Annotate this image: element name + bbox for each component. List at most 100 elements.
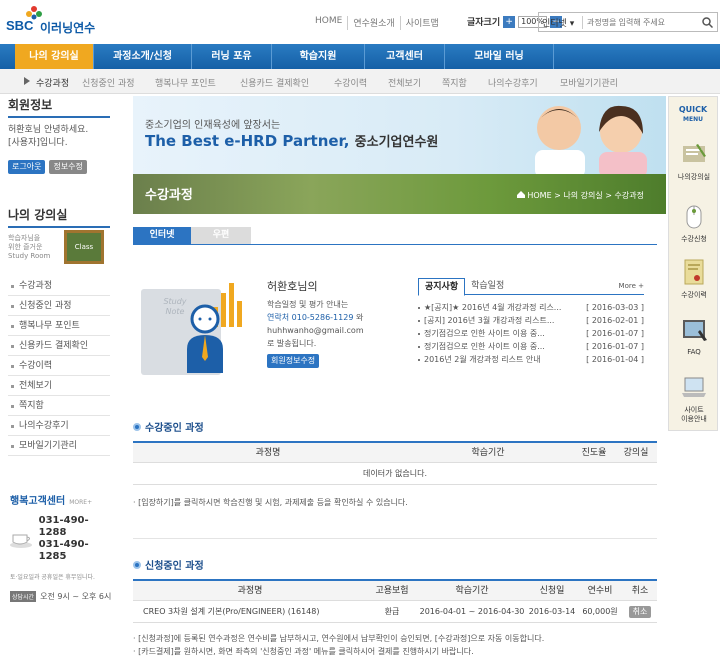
customer-center-more-link[interactable]: MORE+ <box>69 499 92 506</box>
lnb-item-mobile-devices[interactable]: 모바일기기관리 <box>560 76 618 89</box>
top-link-about[interactable]: 연수원소개 <box>347 16 399 30</box>
gnb-learning-for-you[interactable]: 러닝 포유 <box>191 44 271 69</box>
notice-item[interactable]: 정기점검으로 인한 사이트 이용 중... [ 2016-01-07 ] <box>418 327 644 340</box>
gnb-courses[interactable]: 과정소개/신청 <box>93 44 191 69</box>
font-size-label: 글자크기 <box>467 18 501 28</box>
classroom-menu: 수강과정 신청중인 과정 행복나무 포인트 신용카드 결제확인 수강이력 전체보… <box>8 276 110 456</box>
search-scope-select[interactable]: 인터넷 ▾ <box>539 15 583 29</box>
side-menu-mobile-devices[interactable]: 모바일기기관리 <box>8 436 110 456</box>
welcome-email: huhhwanho@gmail.com <box>267 326 364 335</box>
welcome-line-1: 학습일정 및 평가 안내는 <box>267 300 349 309</box>
certificate-icon <box>684 259 704 285</box>
search-bar: 인터넷 ▾ <box>538 12 718 32</box>
lnb-item-points[interactable]: 행복나무 포인트 <box>155 76 216 89</box>
welcome-line-4: 로 발송됩니다. <box>267 339 317 348</box>
logo-name: 이러닝연수 <box>40 21 96 35</box>
customer-center-title: 행복고객센터 <box>10 496 66 507</box>
banner-subtitle: 중소기업의 인재육성에 앞장서는 <box>145 120 281 131</box>
gnb-support[interactable]: 학습지원 <box>271 44 364 69</box>
notice-more-link[interactable]: More + <box>619 282 644 290</box>
notice-date: [ 2016-03-03 ] <box>586 303 644 312</box>
top-link-home[interactable]: HOME <box>310 16 347 30</box>
top-link-sitemap[interactable]: 사이트맵 <box>399 16 444 30</box>
classroom-title: 나의 강의실 <box>8 208 68 222</box>
course-type-tabs: 인터넷 우편 <box>133 227 251 244</box>
phone-1: 031-490-1288 <box>38 515 89 538</box>
member-buttons: 로그아웃 정보수정 <box>8 160 110 174</box>
side-menu-courses[interactable]: 수강과정 <box>8 276 110 296</box>
font-increase-button[interactable]: + <box>503 15 516 28</box>
notice-title: 정기점검으로 인한 사이트 이용 중... <box>418 340 578 353</box>
member-role: [사용자]입니다. <box>8 138 68 148</box>
children-photo <box>535 105 647 178</box>
gnb-mobile-learning[interactable]: 모바일 러닝 <box>444 44 554 69</box>
tab-schedule[interactable]: 학습일정 <box>465 278 510 294</box>
breadcrumb: HOME > 나의 강의실 > 수강과정 <box>516 190 644 201</box>
cancel-button[interactable]: 취소 <box>628 606 652 618</box>
ongoing-title: 수강중인 과정 <box>133 419 657 434</box>
lnb-item-view-all[interactable]: 전체보기 <box>388 76 421 89</box>
col-cancel: 취소 <box>631 586 649 596</box>
quick-label: FAQ <box>687 348 701 356</box>
notice-item[interactable]: 2016년 2월 개강과정 리스트 안내 [ 2016-01-04 ] <box>418 353 644 366</box>
tab-notices[interactable]: 공지사항 <box>418 278 466 296</box>
ongoing-section: 수강중인 과정 과정명 학습기간 진도율 강의실 데이터가 없습니다. · [입… <box>133 419 657 539</box>
member-greeting: 허환호님 안녕하세요. <box>8 125 89 135</box>
welcome-panel: 허환호님의 학습일정 및 평가 안내는 연락처 010-5286-1129 와 … <box>267 278 392 368</box>
quick-title-2: MENU <box>683 116 703 123</box>
quick-site-guide[interactable]: 사이트 이용안내 <box>673 373 715 424</box>
main-nav: 나의 강의실 과정소개/신청 러닝 포유 학습지원 고객센터 모바일 러닝 <box>0 44 720 69</box>
applying-table: 과정명 고용보험 학습기간 신청일 연수비 취소 CREO 3차원 설계 기본(… <box>133 579 657 623</box>
apply-date-value: 2016-03-14 <box>528 607 576 616</box>
quick-history[interactable]: 수강이력 <box>673 257 715 300</box>
site-logo[interactable]: SBC 이러닝연수 <box>6 6 116 36</box>
notice-date: [ 2016-01-07 ] <box>586 329 644 338</box>
side-menu-messages[interactable]: 쪽지함 <box>8 396 110 416</box>
side-menu-points[interactable]: 행복나무 포인트 <box>8 316 110 336</box>
lnb-item-card-payment[interactable]: 신용카드 결제확인 <box>240 76 309 89</box>
study-note-illustration: Study Note <box>141 283 251 377</box>
quick-apply[interactable]: 수강신청 <box>673 201 715 244</box>
search-button[interactable] <box>697 13 717 31</box>
edit-info-button[interactable]: 정보수정 <box>49 160 87 174</box>
side-menu-view-all[interactable]: 전체보기 <box>8 376 110 396</box>
side-menu-history[interactable]: 수강이력 <box>8 356 110 376</box>
side-menu-reviews[interactable]: 나의수강후기 <box>8 416 110 436</box>
chalkboard-image: Class <box>64 230 104 264</box>
lnb-item-messages[interactable]: 쪽지함 <box>442 76 467 89</box>
member-info-title: 회원정보 <box>8 98 53 112</box>
fee-value: 60,000원 <box>582 607 618 616</box>
laptop-icon <box>682 377 706 397</box>
col-fee: 연수비 <box>587 586 613 596</box>
quick-faq[interactable]: FAQ <box>673 315 715 356</box>
quick-my-classroom[interactable]: 나의강의실 <box>673 139 715 182</box>
notice-date: [ 2016-01-07 ] <box>586 342 644 351</box>
home-icon <box>516 191 525 198</box>
lnb-item-reviews[interactable]: 나의수강후기 <box>488 76 538 89</box>
notebook-icon <box>683 144 706 162</box>
lnb-item-history[interactable]: 수강이력 <box>334 76 367 89</box>
empty-message: 데이터가 없습니다. <box>363 469 427 478</box>
notice-item[interactable]: ★[공지]★ 2016년 4월 개강과정 리스... [ 2016-03-03 ] <box>418 301 644 314</box>
search-input[interactable] <box>583 14 697 30</box>
gnb-customer-center[interactable]: 고객센터 <box>364 44 444 69</box>
logout-button[interactable]: 로그아웃 <box>8 160 46 174</box>
tab-internet[interactable]: 인터넷 <box>133 227 191 244</box>
side-menu-applying[interactable]: 신청중인 과정 <box>8 296 110 316</box>
banner-headline-ko: 중소기업연수원 <box>354 135 439 150</box>
col-period: 학습기간 <box>455 586 489 596</box>
lnb-item-applying[interactable]: 신청중인 과정 <box>82 76 135 89</box>
gnb-my-classroom[interactable]: 나의 강의실 <box>15 44 93 69</box>
notice-tabs: 공지사항 학습일정 More + <box>418 278 644 296</box>
banner-headline: The Best e-HRD Partner, 중소기업연수원 <box>145 131 438 150</box>
edit-member-button[interactable]: 회원정보수정 <box>267 354 320 368</box>
lnb-item-courses[interactable]: 수강과정 <box>36 76 69 89</box>
bullet-icon <box>133 422 141 431</box>
quick-menu: QUICK MENU 나의강의실 수강신청 수강이력 FAQ 사이트 이용안내 <box>668 96 718 431</box>
side-menu-card-payment[interactable]: 신용카드 결제확인 <box>8 336 110 356</box>
divider <box>8 116 110 118</box>
notice-item[interactable]: [공지] 2016년 3월 개강과정 리스트... [ 2016-02-01 ] <box>418 314 644 327</box>
tab-mail[interactable]: 우편 <box>191 227 251 244</box>
notice-item[interactable]: 정기점검으로 인한 사이트 이용 중... [ 2016-01-07 ] <box>418 340 644 353</box>
quick-label: 사이트 이용안내 <box>681 406 707 423</box>
